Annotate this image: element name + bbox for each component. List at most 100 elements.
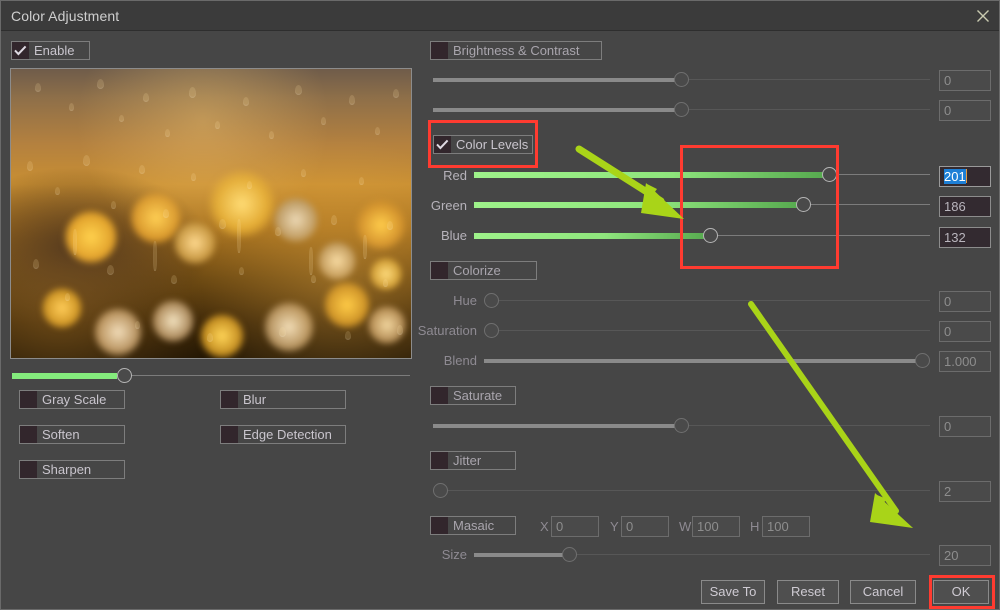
checkbox-box — [431, 387, 448, 404]
page-title: Color Adjustment — [11, 8, 120, 24]
saturate-value[interactable]: 0 — [939, 416, 991, 437]
checkbox-box — [221, 426, 238, 443]
slider-fill — [474, 172, 829, 178]
blend-label: Blend — [443, 353, 477, 368]
mosaic-y-field[interactable]: 0 — [621, 516, 669, 537]
save-to-button[interactable]: Save To — [701, 580, 765, 604]
toggle-brightness-contrast[interactable]: Brightness & Contrast — [430, 41, 602, 60]
size-slider[interactable] — [474, 547, 930, 563]
saturation-slider[interactable] — [484, 323, 930, 339]
jitter-slider[interactable] — [433, 483, 930, 499]
mosaic-h-field[interactable]: 100 — [762, 516, 810, 537]
slider-handle[interactable] — [796, 197, 811, 212]
color-adjustment-dialog: Color Adjustment Enable Gray Scale Blur … — [0, 0, 1000, 610]
red-slider[interactable] — [474, 167, 930, 183]
checkbox-box — [12, 42, 29, 59]
title-bar: Color Adjustment — [1, 1, 999, 31]
toggle-gray-scale[interactable]: Gray Scale — [19, 390, 125, 409]
checkbox-box — [221, 391, 238, 408]
checkbox-box — [431, 452, 448, 469]
water-droplets — [11, 69, 411, 358]
enable-checkbox[interactable]: Enable — [11, 41, 90, 60]
slider-fill — [474, 553, 570, 557]
saturate-slider[interactable] — [433, 418, 930, 434]
slider-fill — [474, 202, 804, 208]
toggle-label: Blur — [243, 392, 267, 407]
mosaic-x-caption: X — [540, 519, 549, 534]
cancel-button[interactable]: Cancel — [850, 580, 916, 604]
contrast-slider[interactable] — [433, 102, 930, 118]
saturation-label: Saturation — [417, 323, 477, 338]
toggle-sharpen[interactable]: Sharpen — [19, 460, 125, 479]
checkbox-box — [20, 391, 37, 408]
size-value[interactable]: 20 — [939, 545, 991, 566]
checkbox-box — [431, 42, 448, 59]
opacity-slider[interactable] — [12, 368, 410, 384]
checkbox-box — [20, 461, 37, 478]
green-value[interactable]: 186 — [939, 196, 991, 217]
slider-fill — [433, 108, 681, 112]
slider-handle[interactable] — [674, 102, 689, 117]
slider-handle[interactable] — [915, 353, 930, 368]
brightness-value[interactable]: 0 — [939, 70, 991, 91]
checkbox-box — [431, 262, 448, 279]
text-caret — [965, 169, 967, 183]
toggle-label: Sharpen — [42, 462, 92, 477]
size-label: Size — [441, 547, 467, 562]
slider-handle[interactable] — [117, 368, 132, 383]
reset-button[interactable]: Reset — [777, 580, 839, 604]
contrast-value[interactable]: 0 — [939, 100, 991, 121]
mosaic-x-field[interactable]: 0 — [551, 516, 599, 537]
toggle-label: Color Levels — [456, 137, 529, 152]
blend-value[interactable]: 1.000 — [939, 351, 991, 372]
red-value[interactable]: 201 — [939, 166, 991, 187]
slider-handle[interactable] — [433, 483, 448, 498]
slider-handle[interactable] — [674, 418, 689, 433]
blue-label: Blue — [440, 228, 467, 243]
toggle-mosaic[interactable]: Masaic — [430, 516, 516, 535]
brightness-slider[interactable] — [433, 72, 930, 88]
toggle-colorize[interactable]: Colorize — [430, 261, 537, 280]
slider-handle[interactable] — [484, 293, 499, 308]
toggle-color-levels[interactable]: Color Levels — [433, 135, 533, 154]
blend-slider[interactable] — [484, 353, 930, 369]
red-value-text: 201 — [944, 169, 966, 184]
slider-track — [484, 300, 930, 301]
close-icon[interactable] — [971, 5, 995, 27]
green-slider[interactable] — [474, 197, 930, 213]
slider-handle[interactable] — [562, 547, 577, 562]
slider-fill — [474, 233, 711, 239]
red-label: Red — [443, 168, 467, 183]
checkbox-box — [431, 517, 448, 534]
toggle-label: Saturate — [453, 388, 503, 403]
checkbox-box — [20, 426, 37, 443]
slider-handle[interactable] — [822, 167, 837, 182]
slider-fill — [484, 359, 922, 363]
green-label: Green — [430, 198, 467, 213]
toggle-edge-detection[interactable]: Edge Detection — [220, 425, 346, 444]
slider-handle[interactable] — [674, 72, 689, 87]
hue-value[interactable]: 0 — [939, 291, 991, 312]
toggle-soften[interactable]: Soften — [19, 425, 125, 444]
toggle-label: Colorize — [453, 263, 501, 278]
toggle-label: Jitter — [453, 453, 482, 468]
hue-label: Hue — [453, 293, 477, 308]
mosaic-w-caption: W — [679, 519, 692, 534]
slider-track — [484, 330, 930, 331]
blue-value[interactable]: 132 — [939, 227, 991, 248]
jitter-value[interactable]: 2 — [939, 481, 991, 502]
slider-handle[interactable] — [703, 228, 718, 243]
enable-label: Enable — [34, 43, 75, 58]
hue-slider[interactable] — [484, 293, 930, 309]
saturation-value[interactable]: 0 — [939, 321, 991, 342]
slider-handle[interactable] — [484, 323, 499, 338]
toggle-jitter[interactable]: Jitter — [430, 451, 516, 470]
toggle-label: Gray Scale — [42, 392, 107, 407]
mosaic-w-field[interactable]: 100 — [692, 516, 740, 537]
toggle-saturate[interactable]: Saturate — [430, 386, 516, 405]
toggle-label: Brightness & Contrast — [453, 43, 580, 58]
image-preview[interactable] — [10, 68, 412, 359]
toggle-blur[interactable]: Blur — [220, 390, 346, 409]
blue-slider[interactable] — [474, 228, 930, 244]
ok-button[interactable]: OK — [933, 580, 989, 604]
